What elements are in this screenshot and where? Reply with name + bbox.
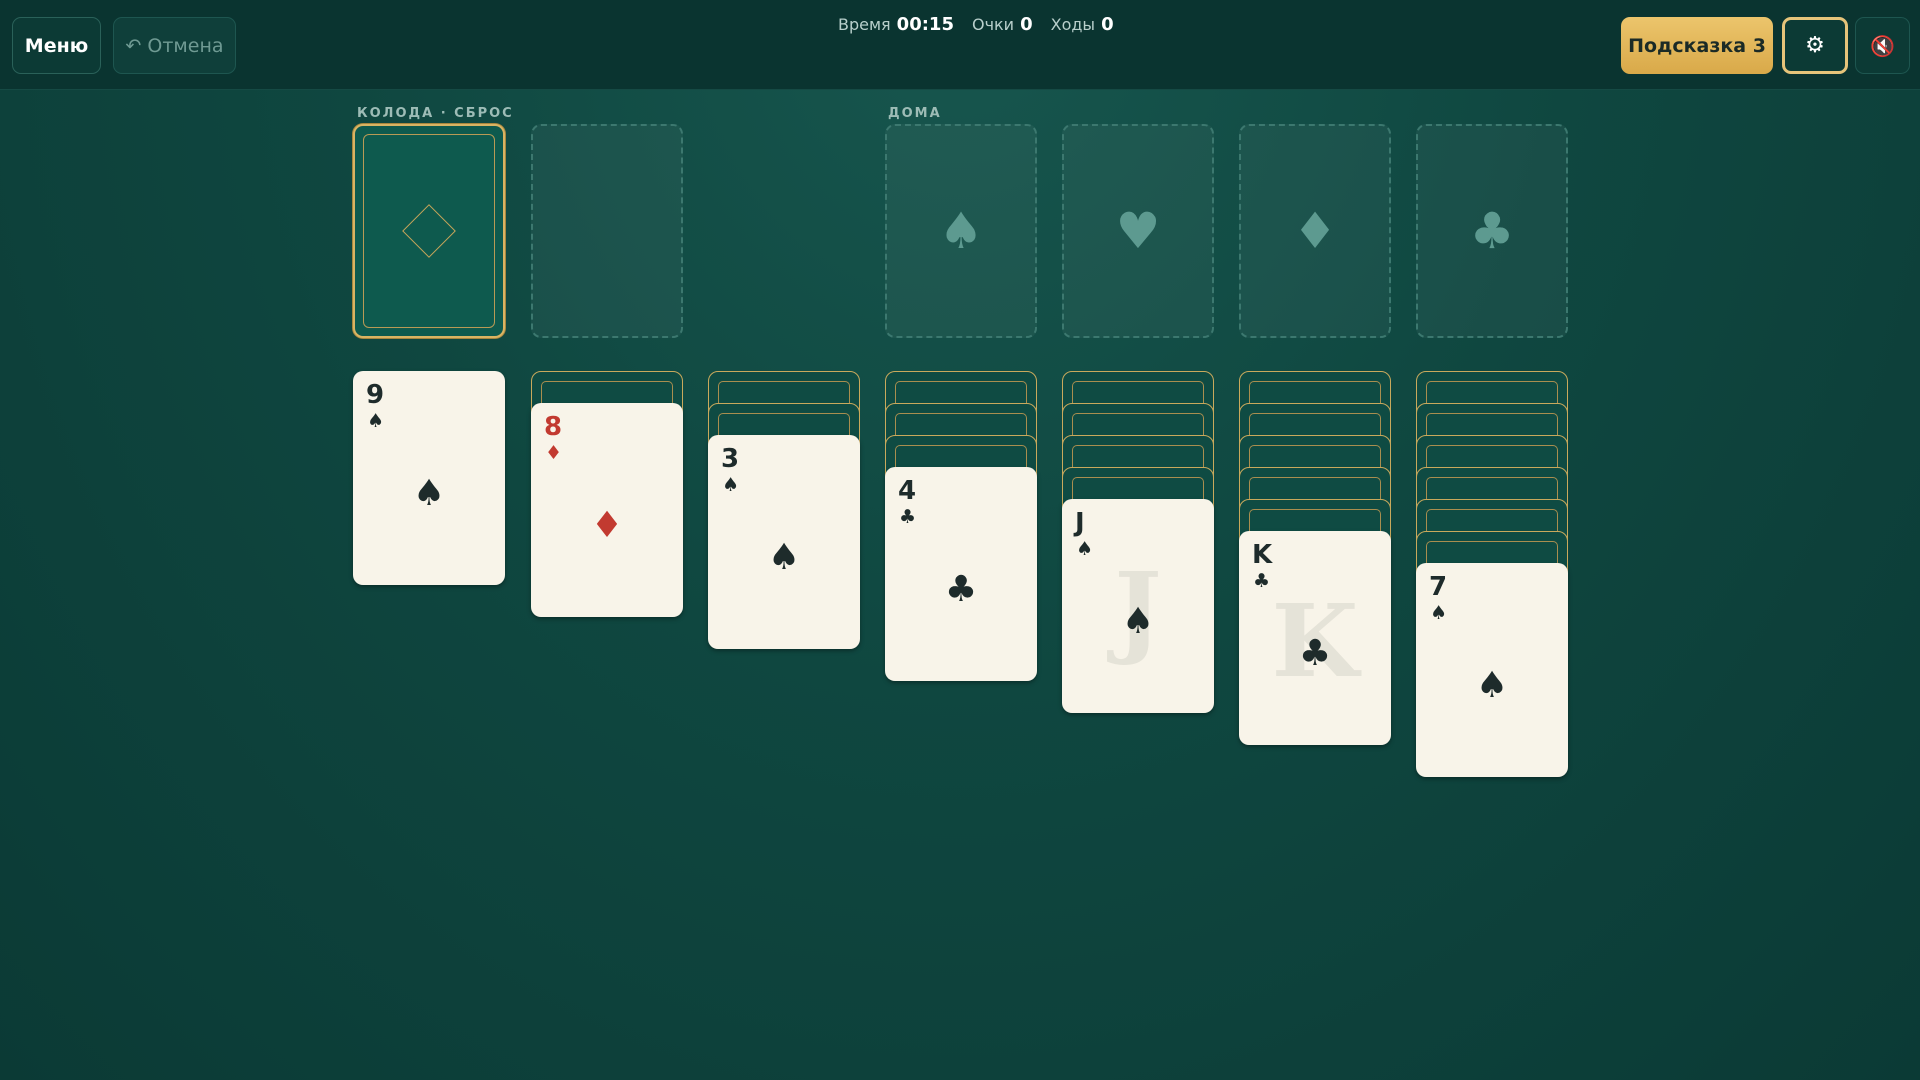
spade-icon: ♠ xyxy=(722,474,740,496)
club-icon: ♣ xyxy=(1253,570,1271,592)
time-value: 00:15 xyxy=(896,14,954,35)
card-rank: J xyxy=(1075,508,1085,538)
card-rank: 8 xyxy=(544,412,563,442)
spade-icon: ♠ xyxy=(1475,665,1509,706)
heart-icon: ♥ xyxy=(1115,202,1161,260)
foundation-diamonds[interactable]: ♦ xyxy=(1239,124,1391,338)
moves-value: 0 xyxy=(1101,14,1114,35)
spade-icon: ♠ xyxy=(367,410,385,432)
spade-icon: ♠ xyxy=(412,473,446,514)
card-rank: 7 xyxy=(1429,572,1448,602)
card-rank: K xyxy=(1252,540,1273,570)
club-icon: ♣ xyxy=(1298,633,1332,674)
sound-toggle-button[interactable]: 🔇 xyxy=(1855,17,1910,74)
spade-icon: ♠ xyxy=(767,537,801,578)
moves-label: Ходы xyxy=(1050,15,1096,34)
card-rank: 3 xyxy=(721,444,740,474)
top-bar: Меню ↶ Отмена Время 00:15 Очки 0 Ходы 0 Под… xyxy=(0,0,1920,90)
face-up-card[interactable]: 4 ♣ ♣ xyxy=(885,467,1037,681)
spade-icon: ♠ xyxy=(1121,601,1155,642)
stock-waste-label: КОЛОДА · СБРОС xyxy=(357,106,514,121)
foundations-label: ДОМА xyxy=(888,106,942,121)
score-value: 0 xyxy=(1020,14,1033,35)
card-rank: 4 xyxy=(898,476,917,506)
diamond-icon: ♦ xyxy=(590,505,624,546)
club-icon: ♣ xyxy=(899,506,917,528)
score-label: Очки xyxy=(971,15,1015,34)
face-up-card[interactable]: K K ♣ ♣ xyxy=(1239,531,1391,745)
gear-icon: ⚙ xyxy=(1805,33,1825,58)
game-stats: Время 00:15 Очки 0 Ходы 0 xyxy=(838,14,1114,35)
face-up-card[interactable]: 7 ♠ ♠ xyxy=(1416,563,1568,777)
face-up-card[interactable]: 3 ♠ ♠ xyxy=(708,435,860,649)
face-up-card[interactable]: 9 ♠ ♠ xyxy=(353,371,505,585)
spade-icon: ♠ xyxy=(1430,602,1448,624)
time-label: Время xyxy=(838,15,891,34)
menu-button[interactable]: Меню xyxy=(12,17,101,74)
settings-button[interactable]: ⚙ xyxy=(1782,17,1848,74)
club-icon: ♣ xyxy=(1469,202,1515,260)
spade-icon: ♠ xyxy=(1076,538,1094,560)
face-up-card[interactable]: J J ♠ ♠ xyxy=(1062,499,1214,713)
score-stat: Очки 0 xyxy=(972,14,1033,35)
diamond-icon: ♦ xyxy=(545,442,563,464)
spade-icon: ♠ xyxy=(938,202,984,260)
muted-speaker-icon: 🔇 xyxy=(1870,33,1895,58)
moves-stat: Ходы 0 xyxy=(1051,14,1114,35)
undo-button[interactable]: ↶ Отмена xyxy=(113,17,236,74)
foundation-hearts[interactable]: ♥ xyxy=(1062,124,1214,338)
diamond-icon: ♦ xyxy=(1292,202,1338,260)
time-stat: Время 00:15 xyxy=(838,14,954,35)
waste-pile[interactable] xyxy=(531,124,683,338)
card-rank: 9 xyxy=(366,380,385,410)
club-icon: ♣ xyxy=(944,569,978,610)
stock-pile[interactable] xyxy=(353,124,505,338)
face-up-card[interactable]: 8 ♦ ♦ xyxy=(531,403,683,617)
foundation-spades[interactable]: ♠ xyxy=(885,124,1037,338)
foundation-clubs[interactable]: ♣ xyxy=(1416,124,1568,338)
hint-button[interactable]: Подсказка 3 xyxy=(1621,17,1773,74)
